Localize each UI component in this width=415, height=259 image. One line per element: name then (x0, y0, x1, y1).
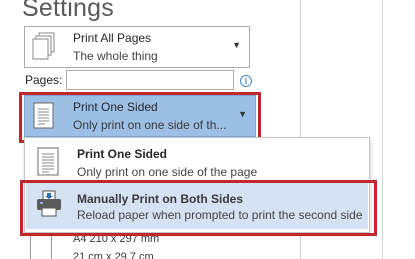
print-range-description: The whole thing (73, 49, 158, 63)
print-all-pages-icon (31, 32, 57, 62)
print-settings-panel: Settings Print All Pages The whole thing… (0, 0, 415, 259)
settings-heading: Settings (22, 0, 114, 22)
one-sided-page-icon (34, 146, 64, 178)
print-range-dropdown[interactable]: Print All Pages The whole thing ▼ (24, 26, 250, 68)
preview-divider (382, 0, 383, 259)
menu-item-print-one-sided[interactable]: Print One Sided Only print on one side o… (26, 141, 368, 183)
menu-item-title: Print One Sided (77, 147, 168, 161)
highlight-callout-dropdown (19, 92, 261, 143)
pages-label: Pages: (25, 73, 63, 87)
info-icon[interactable]: i (240, 75, 252, 87)
chevron-down-icon: ▼ (232, 40, 241, 50)
print-range-label: Print All Pages (73, 31, 152, 45)
menu-item-description: Only print on one side of the page (77, 165, 258, 179)
paper-size-dimensions: 21 cm x 29.7 cm (73, 251, 154, 259)
paper-size-icon (30, 232, 52, 259)
highlight-callout-manual-duplex (20, 180, 377, 236)
pages-input[interactable] (66, 70, 234, 90)
